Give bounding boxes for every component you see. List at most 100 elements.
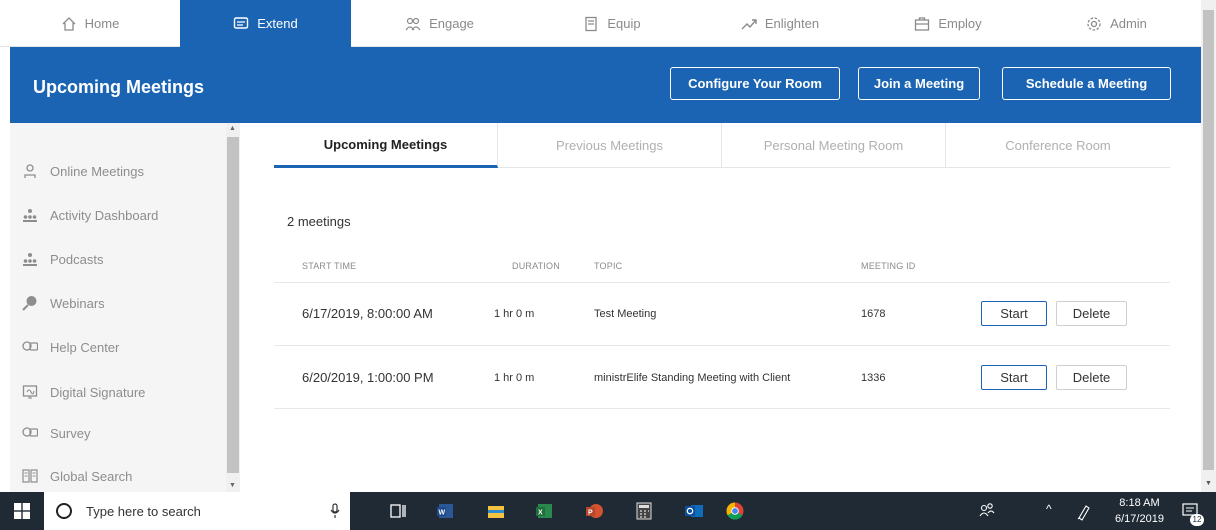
briefcase-icon <box>915 16 930 31</box>
nav-enlighten-label: Enlighten <box>764 16 820 31</box>
column-header-topic: TOPIC <box>594 261 623 271</box>
outlook-icon[interactable] <box>684 501 704 521</box>
tab-previous-meetings[interactable]: Previous Meetings <box>498 123 722 168</box>
excel-icon[interactable]: X <box>535 501 555 521</box>
clock-date: 6/17/2019 <box>1115 513 1164 525</box>
nav-engage-label: Engage <box>429 16 474 31</box>
sidebar-item-global-search[interactable]: Global Search <box>22 468 132 484</box>
tray-chevron-up-icon[interactable]: ^ <box>1046 502 1052 516</box>
sidebar-item-webinars[interactable]: Webinars <box>22 295 105 311</box>
taskbar-search-box[interactable]: Type here to search <box>44 492 350 530</box>
meeting-count: 2 meetings <box>287 214 351 229</box>
start-button[interactable]: Start <box>981 301 1047 326</box>
page-title: Upcoming Meetings <box>33 77 205 97</box>
sidebar-item-online-meetings[interactable]: Online Meetings <box>22 163 144 179</box>
row-meeting-id: 1336 <box>861 372 886 384</box>
nav-home-label: Home <box>84 16 120 31</box>
search-grid-icon <box>22 469 38 483</box>
start-button[interactable]: Start <box>981 365 1047 390</box>
tab-upcoming-meetings[interactable]: Upcoming Meetings <box>274 123 498 168</box>
sidebar-item-help-center[interactable]: Help Center <box>22 339 119 355</box>
svg-text:P: P <box>588 510 593 517</box>
row-topic: ministrElife Standing Meeting with Clien… <box>594 372 791 384</box>
sidebar: Online Meetings Activity Dashboard Podca… <box>10 123 240 492</box>
sidebar-item-label: Survey <box>50 425 91 441</box>
nav-admin-label: Admin <box>1110 16 1147 31</box>
row-meeting-id: 1678 <box>861 308 886 320</box>
sidebar-item-label: Podcasts <box>50 251 104 267</box>
scroll-down-arrow-icon[interactable]: ▼ <box>1205 480 1212 487</box>
svg-text:X: X <box>538 510 543 517</box>
task-view-icon[interactable] <box>388 501 408 521</box>
survey-icon <box>22 427 38 437</box>
row-duration: 1 hr 0 m <box>494 372 535 384</box>
document-icon <box>585 16 598 31</box>
people-icon <box>405 17 421 30</box>
page-scrollbar-thumb[interactable] <box>1203 10 1214 470</box>
page-scrollbar[interactable]: ▼ <box>1201 0 1216 492</box>
sidebar-item-label: Online Meetings <box>50 163 144 179</box>
sidebar-item-podcasts[interactable]: Podcasts <box>22 251 103 267</box>
trend-icon <box>741 18 757 29</box>
pen-icon[interactable] <box>1076 501 1092 521</box>
microphone-icon[interactable] <box>330 503 340 519</box>
notification-count-badge: 12 <box>1190 514 1204 526</box>
sidebar-item-digital-signature[interactable]: Digital Signature <box>22 384 145 400</box>
row-divider <box>274 408 1170 409</box>
sidebar-item-survey[interactable]: Survey <box>22 425 90 441</box>
windows-taskbar: Type here to search W X P ^ 8:18 AM 6/17… <box>0 492 1216 530</box>
chrome-icon[interactable] <box>725 501 745 521</box>
clock-time: 8:18 AM <box>1119 497 1160 509</box>
nav-employ-label: Employ <box>938 16 982 31</box>
chat-icon <box>234 16 249 29</box>
sidebar-scroll-down-icon[interactable]: ▼ <box>229 482 236 489</box>
sidebar-scroll-up-icon[interactable]: ▲ <box>229 125 236 132</box>
sidebar-item-label: Global Search <box>50 468 133 484</box>
help-icon <box>22 341 38 351</box>
join-meeting-button[interactable]: Join a Meeting <box>858 67 980 100</box>
nav-enlighten[interactable]: Enlighten <box>696 0 864 47</box>
sidebar-scrollbar-thumb[interactable] <box>227 137 239 473</box>
page-header: Upcoming Meetings Configure Your Room Jo… <box>10 47 1201 123</box>
schedule-meeting-button[interactable]: Schedule a Meeting <box>1002 67 1171 100</box>
configure-room-button[interactable]: Configure Your Room <box>670 67 840 100</box>
nav-employ[interactable]: Employ <box>864 0 1032 47</box>
nav-extend-label: Extend <box>257 16 298 31</box>
sidebar-item-label: Digital Signature <box>50 384 146 400</box>
nav-equip[interactable]: Equip <box>528 0 696 47</box>
person-icon <box>24 164 36 178</box>
word-icon[interactable]: W <box>436 501 456 521</box>
nav-admin[interactable]: Admin <box>1032 0 1201 47</box>
delete-button[interactable]: Delete <box>1056 301 1127 326</box>
row-start-time: 6/20/2019, 1:00:00 PM <box>302 370 434 385</box>
row-duration: 1 hr 0 m <box>494 308 535 320</box>
home-icon <box>62 16 76 31</box>
taskbar-clock[interactable]: 8:18 AM 6/17/2019 <box>1115 495 1164 527</box>
taskbar-search-placeholder: Type here to search <box>86 503 201 519</box>
sidebar-scrollbar[interactable]: ▲ ▼ <box>226 123 240 492</box>
column-header-duration: DURATION <box>512 261 560 271</box>
calculator-icon[interactable] <box>634 501 654 521</box>
row-start-time: 6/17/2019, 8:00:00 AM <box>302 306 433 321</box>
sidebar-item-label: Activity Dashboard <box>50 207 159 223</box>
meeting-tabs: Upcoming Meetings Previous Meetings Pers… <box>274 123 1170 168</box>
gear-icon <box>1087 16 1101 31</box>
top-navigation: Home Extend Engage Equip Enlighten Emplo… <box>0 0 1201 47</box>
nav-home[interactable]: Home <box>0 0 180 47</box>
row-divider <box>274 345 1170 346</box>
windows-start-icon[interactable] <box>14 503 30 519</box>
sidebar-item-label: Help Center <box>50 339 120 355</box>
nav-extend[interactable]: Extend <box>180 0 351 47</box>
nav-engage[interactable]: Engage <box>351 0 528 47</box>
group-icon <box>23 253 37 266</box>
nav-equip-label: Equip <box>607 16 641 31</box>
powerpoint-icon[interactable]: P <box>585 501 605 521</box>
delete-button[interactable]: Delete <box>1056 365 1127 390</box>
people-icon[interactable] <box>978 501 996 521</box>
row-topic: Test Meeting <box>594 308 657 320</box>
tab-conference-room[interactable]: Conference Room <box>946 123 1170 168</box>
cortana-icon <box>56 503 72 519</box>
file-explorer-icon[interactable] <box>486 501 506 521</box>
sidebar-item-activity-dashboard[interactable]: Activity Dashboard <box>22 207 158 223</box>
tab-personal-meeting-room[interactable]: Personal Meeting Room <box>722 123 946 168</box>
